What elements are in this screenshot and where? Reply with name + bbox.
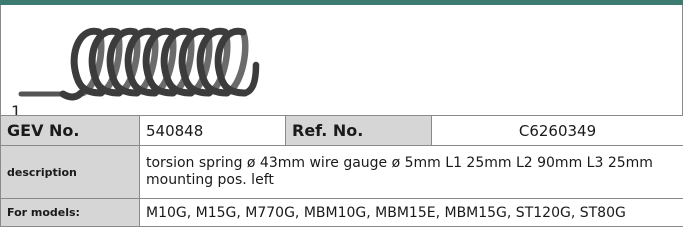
table-row: description torsion spring ø 43mm wire g… [0, 145, 683, 199]
table-row: GEV No. 540848 Ref. No. C6260349 [0, 115, 683, 146]
spec-table: GEV No. 540848 Ref. No. C6260349 descrip… [0, 115, 683, 227]
ref-number-label: Ref. No. [285, 115, 432, 146]
ref-number-value: C6260349 [431, 115, 683, 146]
torsion-spring-illustration [18, 27, 260, 101]
gev-number-label: GEV No. [0, 115, 140, 146]
table-row: For models: M10G, M15G, M770G, MBM10G, M… [0, 198, 683, 227]
models-label: For models: [0, 198, 140, 227]
product-image-area: 1 [0, 5, 683, 121]
description-value: torsion spring ø 43mm wire gauge ø 5mm L… [139, 145, 683, 199]
models-value: M10G, M15G, M770G, MBM10G, MBM15E, MBM15… [139, 198, 683, 227]
gev-number-value: 540848 [139, 115, 286, 146]
description-label: description [0, 145, 140, 199]
